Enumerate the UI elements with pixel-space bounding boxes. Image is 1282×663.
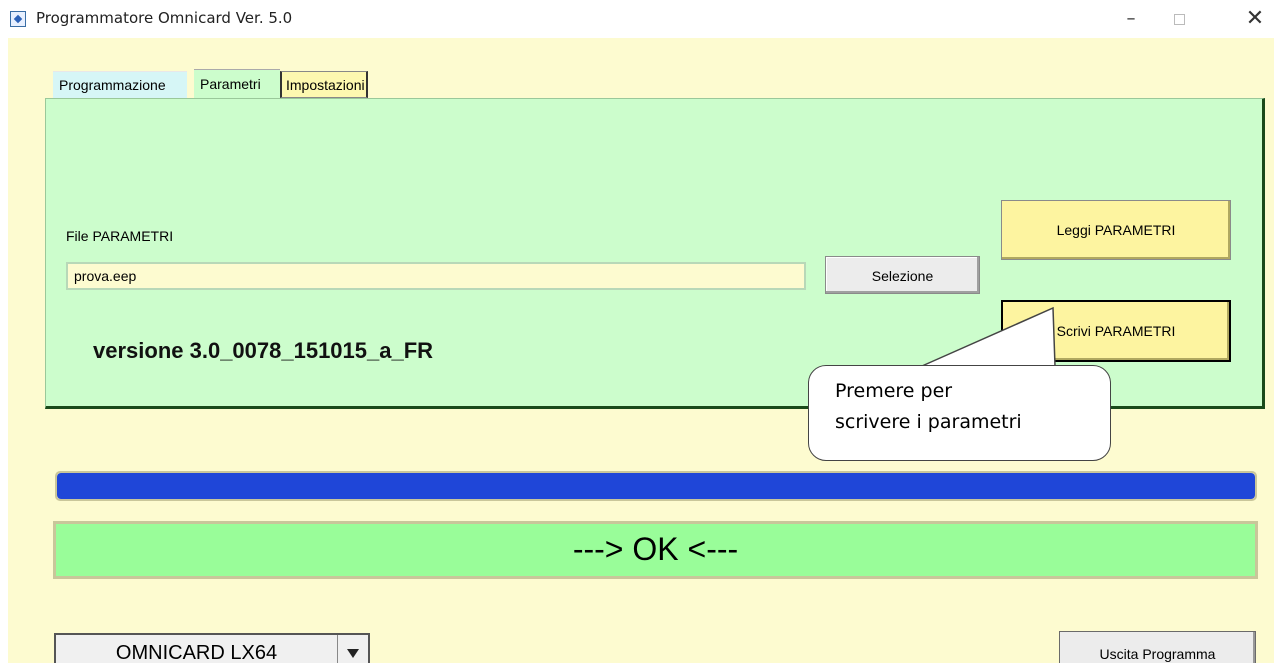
file-parametri-input[interactable] [66, 262, 806, 290]
device-select[interactable]: OMNICARD LX64 [54, 633, 370, 663]
leggi-parametri-button[interactable]: Leggi PARAMETRI [1001, 200, 1231, 260]
tab-parametri[interactable]: Parametri [194, 69, 280, 98]
progress-fill [57, 473, 1255, 499]
maximize-icon [1173, 14, 1185, 25]
selezione-button[interactable]: Selezione [825, 256, 980, 294]
close-button[interactable]: ✕ [1232, 6, 1278, 32]
minimize-button[interactable]: – [1108, 6, 1154, 32]
callout-line-1: Premere per [835, 380, 953, 402]
progress-bar [55, 471, 1257, 501]
tab-impostazioni[interactable]: Impostazioni [280, 71, 368, 98]
status-box: ---> OK <--- [53, 521, 1258, 579]
device-select-value: OMNICARD LX64 [56, 635, 338, 663]
title-bar: Programmatore Omnicard Ver. 5.0 – ✕ [0, 0, 1282, 38]
main-window: Programmazione Parametri Impostazioni Fi… [8, 38, 1274, 663]
window-title: Programmatore Omnicard Ver. 5.0 [36, 9, 293, 27]
tab-programmazione[interactable]: Programmazione [53, 71, 187, 98]
maximize-button[interactable] [1156, 6, 1202, 32]
callout-line-2: scrivere i parametri [835, 411, 1022, 433]
callout-tooltip: Premere per scrivere i parametri [808, 365, 1111, 461]
file-parametri-label: File PARAMETRI [66, 228, 174, 244]
chevron-down-icon[interactable] [338, 635, 368, 663]
uscita-programma-button[interactable]: Uscita Programma [1059, 631, 1256, 663]
app-icon [10, 11, 26, 27]
version-text: versione 3.0_0078_151015_a_FR [93, 338, 434, 363]
scrivi-parametri-button[interactable]: Scrivi PARAMETRI [1001, 300, 1231, 362]
